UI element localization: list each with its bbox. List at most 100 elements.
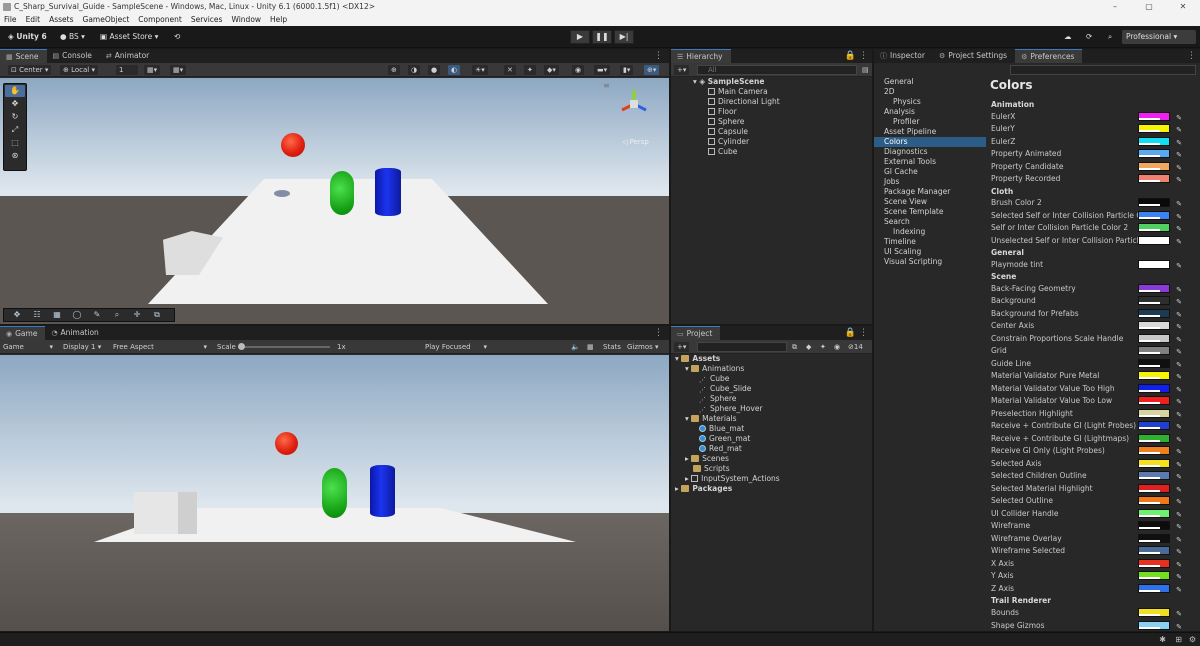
color-swatch[interactable] bbox=[1138, 235, 1170, 245]
eyedropper-icon[interactable]: ✎ bbox=[1176, 571, 1182, 583]
tab-animator[interactable]: ⇄ Animator bbox=[100, 49, 157, 63]
color-swatch[interactable] bbox=[1138, 421, 1170, 431]
color-swatch[interactable] bbox=[1138, 161, 1170, 171]
eyedropper-icon[interactable]: ✎ bbox=[1176, 534, 1182, 546]
space-dropdown[interactable]: ⊕ Local ▾ bbox=[60, 65, 98, 75]
game-mode-dropdown[interactable]: Game ▾ bbox=[0, 342, 56, 352]
eyedropper-icon[interactable]: ✎ bbox=[1176, 223, 1182, 235]
eyedropper-icon[interactable]: ✎ bbox=[1176, 496, 1182, 508]
shortcut-icon[interactable]: ▦ bbox=[584, 342, 597, 352]
pref-nav-timeline[interactable]: Timeline bbox=[874, 237, 986, 247]
menu-assets[interactable]: Assets bbox=[49, 14, 73, 26]
search-filter-icon[interactable]: ▤ bbox=[859, 65, 872, 75]
search-by-type-icon[interactable]: ⧉ bbox=[789, 342, 800, 352]
display-dropdown[interactable]: Display 1 ▾ bbox=[60, 342, 106, 352]
pref-nav-gi-cache[interactable]: GI Cache bbox=[874, 167, 986, 177]
maximize-button[interactable]: ▢ bbox=[1132, 0, 1166, 14]
play-focus-dropdown[interactable]: Play Focused ▾ bbox=[422, 342, 490, 352]
eyedropper-icon[interactable]: ✎ bbox=[1176, 409, 1182, 421]
snap-value-field[interactable]: 1 bbox=[116, 65, 138, 75]
render-mode-icon[interactable]: ▮▾ bbox=[620, 65, 634, 75]
color-swatch[interactable] bbox=[1138, 433, 1170, 443]
scripts-folder[interactable]: Scripts bbox=[671, 464, 872, 474]
snap-icon[interactable]: ☷ bbox=[27, 309, 47, 321]
pref-nav-search[interactable]: Search bbox=[874, 217, 986, 227]
paint-icon[interactable]: ✎ bbox=[87, 309, 107, 321]
asset-store-button[interactable]: ▣ Asset Store ▾ bbox=[96, 30, 162, 44]
color-swatch[interactable] bbox=[1138, 259, 1170, 269]
eyedropper-icon[interactable]: ✎ bbox=[1176, 236, 1182, 248]
menu-help[interactable]: Help bbox=[270, 14, 287, 26]
pref-nav-analysis[interactable]: Analysis bbox=[874, 107, 986, 117]
eyedropper-icon[interactable]: ✎ bbox=[1176, 359, 1182, 371]
capsule-object[interactable] bbox=[330, 171, 354, 215]
eyedropper-icon[interactable]: ✎ bbox=[1176, 284, 1182, 296]
preferences-search-input[interactable] bbox=[1010, 65, 1196, 75]
eyedropper-icon[interactable]: ✎ bbox=[1176, 421, 1182, 433]
pan-icon[interactable]: ✛ bbox=[127, 309, 147, 321]
scenes-folder[interactable]: ▸ Scenes bbox=[671, 454, 872, 464]
project-item[interactable]: ⋰ Cube bbox=[671, 374, 872, 384]
close-button[interactable]: ✕ bbox=[1166, 0, 1200, 14]
shading-mode-icon[interactable]: ◐ bbox=[448, 65, 461, 75]
grid-snap-icon[interactable]: ▦▾ bbox=[144, 65, 161, 75]
tab-hierarchy[interactable]: ☰ Hierarchy bbox=[671, 49, 731, 63]
search-by-label-icon[interactable]: ◆ bbox=[803, 342, 814, 352]
color-swatch[interactable] bbox=[1138, 546, 1170, 556]
color-swatch[interactable] bbox=[1138, 296, 1170, 306]
move-icon[interactable]: ✥ bbox=[7, 309, 27, 321]
pause-button[interactable]: ❚❚ bbox=[592, 30, 612, 44]
pref-nav-colors[interactable]: Colors bbox=[874, 137, 986, 147]
pref-nav-diagnostics[interactable]: Diagnostics bbox=[874, 147, 986, 157]
game-menu-icon[interactable]: ⋮ bbox=[654, 326, 663, 340]
menu-file[interactable]: File bbox=[4, 14, 17, 26]
color-swatch[interactable] bbox=[1138, 149, 1170, 159]
scale-slider[interactable] bbox=[238, 343, 330, 350]
tab-project[interactable]: ▭ Project bbox=[671, 326, 721, 340]
input-actions-asset[interactable]: ▸ InputSystem_Actions bbox=[671, 474, 872, 484]
color-swatch[interactable] bbox=[1138, 508, 1170, 518]
eyedropper-icon[interactable]: ✎ bbox=[1176, 260, 1182, 272]
color-swatch[interactable] bbox=[1138, 136, 1170, 146]
color-swatch[interactable] bbox=[1138, 174, 1170, 184]
performance-icon[interactable]: ⊞ bbox=[1175, 635, 1182, 644]
color-swatch[interactable] bbox=[1138, 571, 1170, 581]
eyedropper-icon[interactable]: ✎ bbox=[1176, 334, 1182, 346]
history-icon[interactable]: ⟳ bbox=[1082, 30, 1096, 44]
pref-nav-asset-pipeline[interactable]: Asset Pipeline bbox=[874, 127, 986, 137]
eyedropper-icon[interactable]: ✎ bbox=[1176, 384, 1182, 396]
hierarchy-search-input[interactable] bbox=[697, 65, 857, 75]
tab-preferences[interactable]: ⚙ Preferences bbox=[1015, 49, 1083, 63]
cloud-icon[interactable]: ☁ bbox=[1060, 30, 1076, 44]
color-swatch[interactable] bbox=[1138, 620, 1170, 630]
color-swatch[interactable] bbox=[1138, 533, 1170, 543]
create-asset-button[interactable]: +▾ bbox=[674, 342, 690, 352]
transform-tool-icon[interactable]: ⊛ bbox=[5, 150, 25, 162]
camera-settings-icon[interactable]: ▬▾ bbox=[594, 65, 611, 75]
zoom-icon[interactable]: ⌕ bbox=[107, 309, 127, 321]
project-item[interactable]: Blue_mat bbox=[671, 424, 872, 434]
hierarchy-item[interactable]: Cylinder bbox=[671, 137, 872, 147]
layout-dropdown[interactable]: Professional ▾ bbox=[1122, 30, 1196, 44]
color-swatch[interactable] bbox=[1138, 383, 1170, 393]
color-swatch[interactable] bbox=[1138, 333, 1170, 343]
eyedropper-icon[interactable]: ✎ bbox=[1176, 584, 1182, 596]
search-icon[interactable]: ⌕ bbox=[1104, 30, 1116, 44]
eyedropper-icon[interactable]: ✎ bbox=[1176, 296, 1182, 308]
eyedropper-icon[interactable]: ✎ bbox=[1176, 621, 1182, 632]
tab-animation[interactable]: ◔ Animation bbox=[45, 326, 106, 340]
scale-slider-handle[interactable] bbox=[238, 343, 245, 350]
visibility-icon[interactable]: ◉ bbox=[572, 65, 585, 75]
orbit-icon[interactable]: ◯ bbox=[67, 309, 87, 321]
tab-game[interactable]: ◉ Game bbox=[0, 326, 46, 340]
lock-icon[interactable]: 🔒 bbox=[845, 326, 856, 340]
tab-project-settings[interactable]: ⚙ Project Settings bbox=[933, 49, 1015, 63]
preferences-menu-icon[interactable]: ⋮ bbox=[1187, 49, 1196, 63]
hand-tool-icon[interactable]: ✋ bbox=[5, 85, 25, 97]
color-swatch[interactable] bbox=[1138, 198, 1170, 208]
pref-nav-general[interactable]: General bbox=[874, 77, 986, 87]
overlay-menu-icon[interactable]: ≡ bbox=[603, 81, 610, 90]
project-item[interactable]: Green_mat bbox=[671, 434, 872, 444]
hierarchy-item[interactable]: Floor bbox=[671, 107, 872, 117]
project-item[interactable]: ⋰ Cube_Slide bbox=[671, 384, 872, 394]
